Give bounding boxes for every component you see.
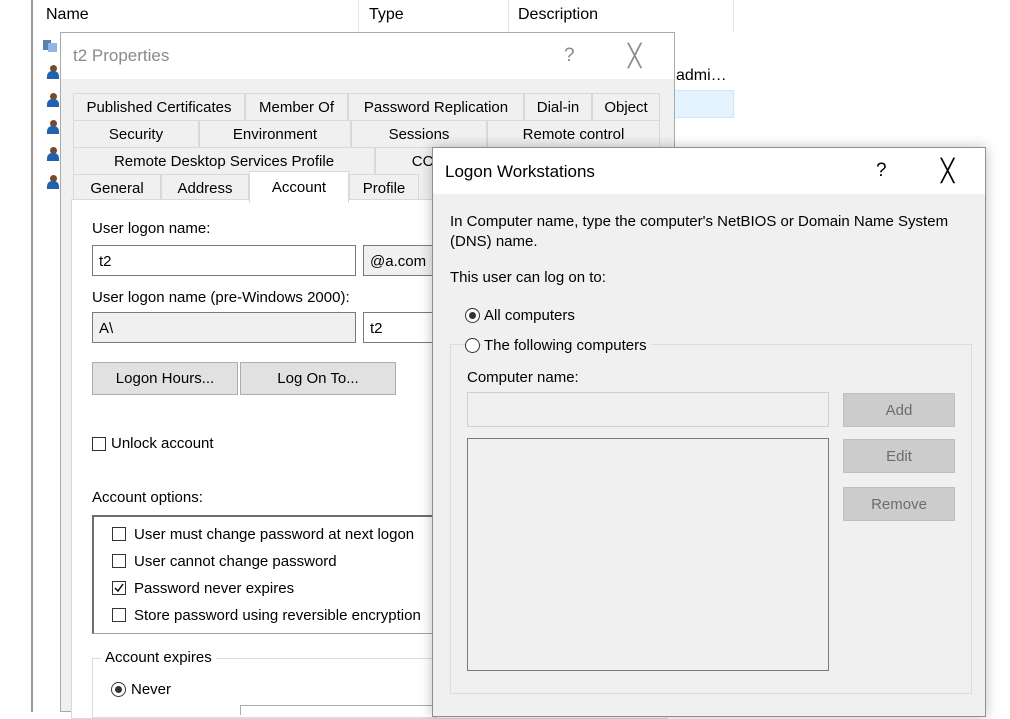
properties-titlebar: t2 Properties ? ╳ bbox=[61, 33, 674, 79]
list-header: Name Type Description bbox=[33, 0, 734, 32]
tab-address[interactable]: Address bbox=[161, 174, 249, 201]
unlock-account-checkbox[interactable] bbox=[92, 437, 106, 451]
option-label: User cannot change password bbox=[134, 553, 337, 570]
radio-selected-icon bbox=[469, 312, 476, 319]
unlock-account-label: Unlock account bbox=[111, 435, 214, 452]
logon-workstations-titlebar: Logon Workstations ? ╳ bbox=[433, 148, 985, 194]
user-icon bbox=[47, 120, 59, 134]
option-label: User must change password at next logon bbox=[134, 526, 415, 543]
tab-member-of[interactable]: Member Of bbox=[245, 93, 348, 120]
can-log-on-label: This user can log on to: bbox=[450, 269, 606, 286]
tab-sessions[interactable]: Sessions bbox=[351, 120, 487, 147]
tab-security[interactable]: Security bbox=[73, 120, 199, 147]
user-icon bbox=[47, 93, 59, 107]
group-icon bbox=[42, 38, 60, 53]
logon-hours-button[interactable]: Logon Hours... bbox=[92, 362, 238, 395]
domain-suffix-select[interactable]: @a.com bbox=[363, 245, 443, 276]
computer-name-label: Computer name: bbox=[467, 369, 579, 386]
logon-name-field[interactable]: t2 bbox=[92, 245, 356, 276]
window-left-border bbox=[31, 0, 33, 712]
option-checkbox-cannot-change[interactable] bbox=[112, 554, 126, 568]
tab-environment[interactable]: Environment bbox=[199, 120, 351, 147]
radio-selected-icon bbox=[115, 686, 122, 693]
logon-workstations-dialog: Logon Workstations ? ╳ In Computer name,… bbox=[432, 147, 986, 717]
option-label: Store password using reversible encrypti… bbox=[134, 607, 421, 624]
tab-object[interactable]: Object bbox=[592, 93, 660, 120]
tab-remote-desktop-services-profile[interactable]: Remote Desktop Services Profile bbox=[73, 147, 375, 174]
option-label: Password never expires bbox=[134, 580, 295, 597]
option-checkbox-never-expires[interactable] bbox=[112, 581, 126, 595]
tab-profile[interactable]: Profile bbox=[349, 174, 419, 201]
column-separator[interactable] bbox=[508, 0, 509, 32]
never-label: Never bbox=[131, 681, 172, 698]
logon-workstations-title: Logon Workstations bbox=[445, 162, 595, 181]
help-icon[interactable]: ? bbox=[876, 160, 887, 182]
description-cell: admi… bbox=[676, 67, 727, 84]
never-radio[interactable] bbox=[111, 682, 126, 697]
column-separator[interactable] bbox=[358, 0, 359, 32]
logon-name-label: User logon name: bbox=[92, 220, 211, 237]
selected-row[interactable] bbox=[674, 90, 734, 118]
column-header-name[interactable]: Name bbox=[46, 6, 89, 24]
tab-password-replication[interactable]: Password Replication bbox=[348, 93, 524, 120]
tab-dial-in[interactable]: Dial-in bbox=[524, 93, 592, 120]
help-icon[interactable]: ? bbox=[564, 45, 575, 67]
tab-published-certificates[interactable]: Published Certificates bbox=[73, 93, 245, 120]
pre2000-label: User logon name (pre-Windows 2000): bbox=[92, 289, 350, 306]
user-icon bbox=[47, 147, 59, 161]
close-icon[interactable]: ╳ bbox=[628, 43, 641, 69]
all-computers-radio[interactable] bbox=[465, 308, 480, 323]
close-icon[interactable]: ╳ bbox=[941, 158, 954, 184]
pre2000-username-field[interactable]: t2 bbox=[363, 312, 443, 343]
edit-button[interactable]: Edit bbox=[843, 439, 955, 473]
tab-general[interactable]: General bbox=[73, 174, 161, 201]
computer-list[interactable] bbox=[467, 438, 829, 671]
pre2000-domain-field: A\ bbox=[92, 312, 356, 343]
instruction-text: In Computer name, type the computer's Ne… bbox=[450, 213, 949, 250]
user-icon bbox=[47, 65, 59, 79]
log-on-to-button[interactable]: Log On To... bbox=[240, 362, 396, 395]
account-options-label: Account options: bbox=[92, 489, 203, 506]
check-mark-icon bbox=[114, 583, 124, 593]
column-separator[interactable] bbox=[733, 0, 734, 32]
properties-title: t2 Properties bbox=[73, 46, 170, 65]
column-header-description[interactable]: Description bbox=[518, 6, 598, 24]
remove-button[interactable]: Remove bbox=[843, 487, 955, 521]
account-expires-label: Account expires bbox=[101, 649, 216, 666]
tab-remote-control[interactable]: Remote control bbox=[487, 120, 660, 147]
end-of-date-field[interactable] bbox=[240, 705, 440, 715]
user-icon bbox=[47, 175, 59, 189]
option-checkbox-must-change[interactable] bbox=[112, 527, 126, 541]
computer-name-input[interactable] bbox=[467, 392, 829, 427]
following-computers-label: The following computers bbox=[482, 337, 651, 354]
all-computers-label: All computers bbox=[484, 307, 575, 324]
add-button[interactable]: Add bbox=[843, 393, 955, 427]
following-computers-radio[interactable] bbox=[465, 338, 480, 353]
tab-account[interactable]: Account bbox=[249, 171, 349, 203]
column-header-type[interactable]: Type bbox=[369, 6, 404, 24]
option-checkbox-reversible-encryption[interactable] bbox=[112, 608, 126, 622]
